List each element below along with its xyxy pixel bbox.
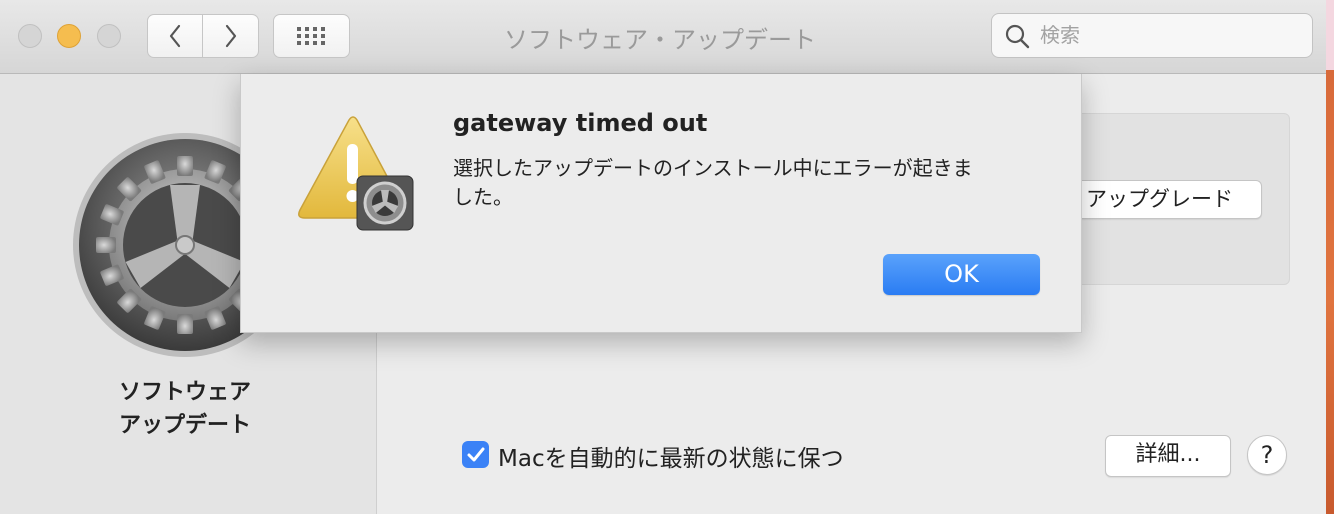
toolbar: ソフトウェア・アップデート: [0, 0, 1326, 74]
search-input[interactable]: [1038, 22, 1292, 48]
search-icon: [1005, 24, 1030, 49]
alert-message: 選択したアップデートのインストール中にエラーが起きました。: [453, 156, 973, 209]
warning-icon: [298, 116, 414, 231]
search-field[interactable]: [991, 13, 1313, 58]
background-window-edge: [1326, 0, 1334, 514]
close-window-button[interactable]: [18, 24, 42, 48]
sidebar-label-line2: アップデート: [118, 413, 251, 438]
preferences-window: ソフトウェア・アップデート 検索 ソフトウェア アップデート アップグレード M…: [0, 0, 1326, 514]
auto-update-label: Macを自動的に最新の状態に保つ: [498, 446, 844, 472]
sidebar-app-label: ソフトウェア アップデート: [80, 376, 290, 442]
window-title: ソフトウェア・アップデート: [504, 26, 816, 54]
grid-icon: [296, 27, 325, 45]
checkmark-icon: [467, 447, 484, 461]
details-button[interactable]: 詳細...: [1105, 435, 1231, 477]
alert-title: gateway timed out: [453, 109, 708, 137]
ok-button[interactable]: OK: [883, 254, 1040, 295]
show-all-button[interactable]: [273, 14, 350, 58]
chevron-right-icon: [225, 24, 236, 48]
back-button[interactable]: [147, 14, 203, 58]
chevron-left-icon: [169, 24, 181, 48]
minimize-window-button[interactable]: [57, 24, 81, 48]
help-button[interactable]: ?: [1247, 435, 1287, 475]
forward-button[interactable]: [203, 14, 259, 58]
sidebar-label-line1: ソフトウェア: [118, 380, 251, 405]
error-alert-sheet: gateway timed out 選択したアップデートのインストール中にエラー…: [240, 74, 1082, 333]
auto-update-checkbox[interactable]: [462, 441, 489, 468]
zoom-window-button[interactable]: [97, 24, 121, 48]
